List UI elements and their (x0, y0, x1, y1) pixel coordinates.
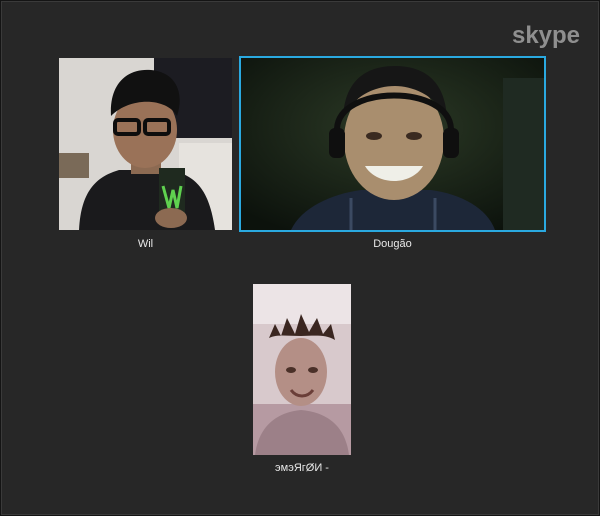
participant-name-label: эмэЯгØИ - (275, 462, 329, 474)
participant-video-feed (253, 284, 351, 455)
participant-video-feed (59, 58, 232, 230)
participant-video-wil[interactable] (59, 58, 232, 230)
svg-text:skype: skype (512, 22, 580, 49)
video-call-stage: skype Wil Dougão эмэЯгØИ - (1, 1, 599, 515)
participant-video-third[interactable] (253, 284, 351, 455)
participant-name-label: Dougão (373, 238, 412, 250)
participant-video-feed (241, 58, 544, 230)
participant-video-dougao[interactable] (239, 56, 546, 232)
participant-name-label: Wil (137, 238, 154, 250)
skype-logo: skype (504, 16, 588, 56)
